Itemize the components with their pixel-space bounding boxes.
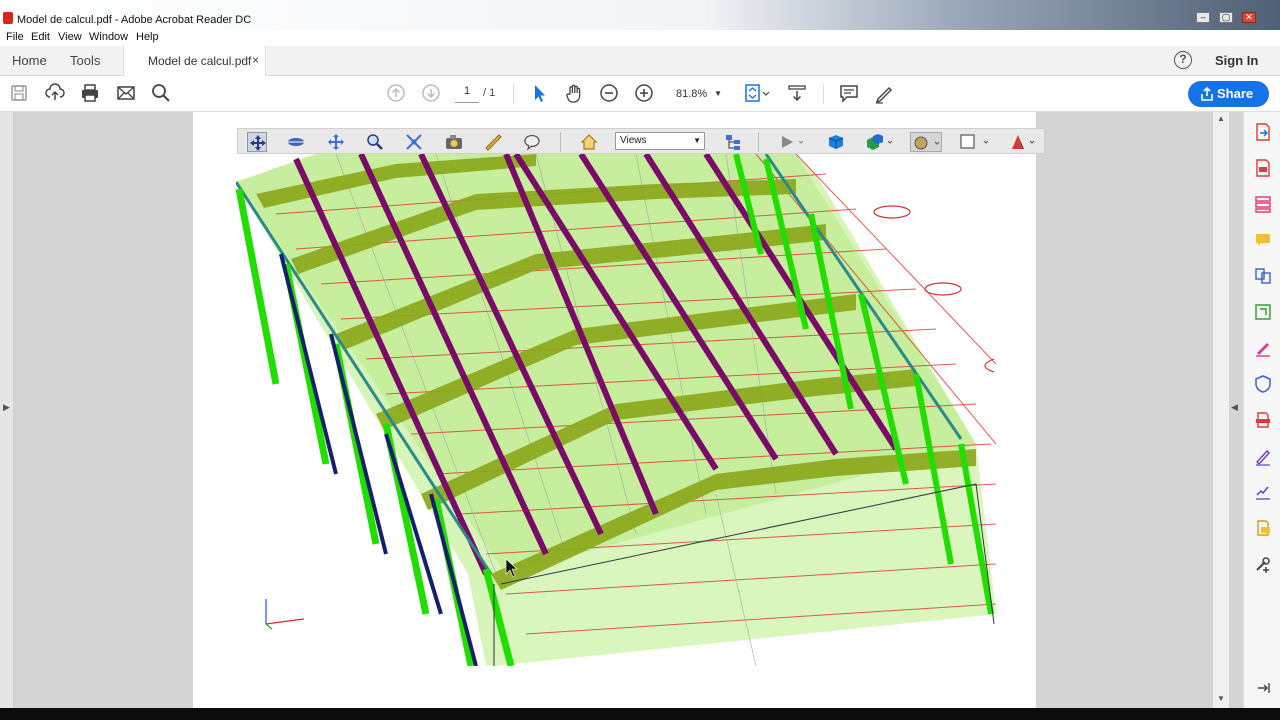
help-icon[interactable]: ? [1174,51,1192,69]
send-for-signature-icon[interactable] [1253,482,1273,502]
3d-structure-model[interactable] [236,154,996,666]
menu-window[interactable]: Window [89,31,128,43]
vertical-scrollbar[interactable]: ▲ ▼ [1213,112,1229,708]
collapse-panel-icon[interactable] [1253,678,1273,698]
pan-icon[interactable] [326,132,346,152]
views-dropdown[interactable]: Views ▼ [615,132,705,150]
walk-icon[interactable] [404,132,424,152]
3d-toolbar: Views ▼ [237,128,1045,154]
lighting-icon[interactable] [864,132,896,152]
toolbar-divider [758,132,759,152]
email-icon[interactable] [115,82,137,104]
comment-icon[interactable] [1253,230,1273,250]
share-icon [1201,86,1213,101]
background-color-icon[interactable] [910,132,942,152]
print-production-icon[interactable] [1253,410,1273,430]
scroll-mode-icon[interactable] [786,82,808,104]
minimize-button[interactable]: – [1196,12,1210,23]
print-icon[interactable] [79,82,101,104]
fly-icon[interactable] [444,132,464,152]
menu-help[interactable]: Help [136,31,159,43]
menu-bar: File Edit View Window Help [0,30,1280,46]
menu-file[interactable]: File [6,31,24,43]
spin-icon[interactable] [286,132,306,152]
chevron-down-icon: ▼ [714,89,722,98]
expand-right-pane-icon[interactable]: ◀ [1231,402,1238,413]
create-pdf-icon[interactable] [1253,158,1273,178]
cross-section-icon[interactable] [958,132,992,152]
zoom-icon[interactable] [365,132,385,152]
home-view-icon[interactable] [579,132,599,152]
toolbar-divider [513,84,514,104]
zoom-in-icon[interactable] [633,82,655,104]
next-page-icon[interactable] [420,82,442,104]
comment-3d-icon[interactable] [523,132,543,152]
menu-view[interactable]: View [58,31,82,43]
tab-document[interactable]: Model de calcul.pdf × [123,46,266,76]
page-total: / 1 [483,87,496,99]
toolbar-divider [560,132,561,152]
page-number-input[interactable]: 1 [455,85,479,103]
model-tree-icon[interactable] [723,132,743,152]
document-tab-label: Model de calcul.pdf [148,54,252,68]
scroll-up-icon[interactable]: ▲ [1217,114,1225,123]
sign-icon[interactable] [1253,446,1273,466]
toolbar-divider [823,84,824,104]
zoom-level-select[interactable]: 81.8% ▼ [670,85,722,103]
main-toolbar: 1 / 1 81.8% ▼ Share [0,76,1280,112]
acrobat-app-icon [3,12,13,24]
menu-edit[interactable]: Edit [31,31,50,43]
customize-icon[interactable] [1253,554,1273,574]
views-dropdown-label: Views [620,135,647,146]
close-window-button[interactable]: ✕ [1242,12,1256,23]
share-button[interactable]: Share [1188,81,1269,107]
render-mode-icon[interactable] [826,132,846,152]
chevron-down-icon: ▼ [693,136,701,145]
scroll-down-icon[interactable]: ▼ [1217,694,1225,703]
tab-bar: Home Tools Model de calcul.pdf × ? Sign … [0,46,1280,76]
fit-page-icon[interactable] [743,82,771,104]
save-icon[interactable] [8,82,30,104]
combine-files-icon[interactable] [1253,266,1273,286]
organize-pages-icon[interactable] [1253,194,1273,214]
comment-icon[interactable] [838,82,860,104]
close-tab-icon[interactable]: × [252,53,259,67]
fill-sign-icon[interactable] [1253,338,1273,358]
tab-tools[interactable]: Tools [70,53,100,68]
tab-home[interactable]: Home [12,53,47,68]
export-pdf-icon[interactable] [1253,122,1273,142]
window-title: Model de calcul.pdf - Adobe Acrobat Read… [17,14,252,26]
right-tools-panel [1243,112,1280,708]
model-color-icon[interactable] [1008,132,1040,152]
prev-page-icon[interactable] [385,82,407,104]
select-arrow-icon[interactable] [528,82,550,104]
edit-pdf-icon[interactable] [1253,302,1273,322]
protect-icon[interactable] [1253,374,1273,394]
restore-button[interactable]: ▢ [1219,12,1233,23]
pen-icon[interactable] [873,82,895,104]
more-tools-icon[interactable] [1253,518,1273,538]
zoom-level-value: 81.8% [676,88,708,100]
animation-play-icon[interactable] [778,132,808,152]
zoom-out-icon[interactable] [598,82,620,104]
left-nav-pane[interactable]: ▶ [0,112,14,708]
taskbar [0,708,1280,720]
measure-icon[interactable] [483,132,503,152]
sign-in-link[interactable]: Sign In [1215,53,1258,68]
search-icon[interactable] [150,82,172,104]
axis-triad [265,599,305,630]
rotate-icon[interactable] [247,132,267,152]
hand-icon[interactable] [563,82,585,104]
expand-left-pane-icon[interactable]: ▶ [3,402,10,413]
upload-icon[interactable] [44,82,66,104]
window-titlebar: Model de calcul.pdf - Adobe Acrobat Read… [0,0,1280,30]
share-button-label: Share [1217,86,1254,101]
